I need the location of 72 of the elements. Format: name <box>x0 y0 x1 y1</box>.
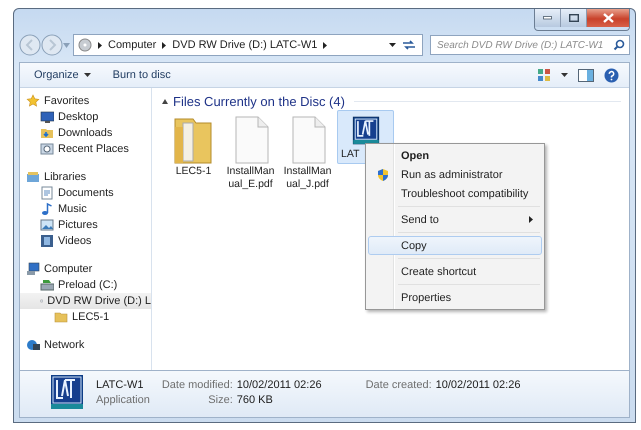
file-name: LATC-W1 <box>96 378 144 390</box>
file-type: Application <box>96 394 150 406</box>
chevron-icon <box>162 42 166 48</box>
preview-pane-icon[interactable] <box>578 68 594 82</box>
navigation-item[interactable]: Computer <box>20 261 151 277</box>
document-icon <box>40 186 54 200</box>
menu-item[interactable]: Troubleshoot compatibility <box>368 184 542 203</box>
navigation-item[interactable]: Libraries <box>20 169 151 185</box>
field-value: 10/02/2011 02:26 <box>236 378 323 390</box>
refresh-icon[interactable] <box>402 39 416 51</box>
menu-item[interactable]: Send to <box>368 210 542 229</box>
close-button[interactable] <box>587 9 629 27</box>
collapse-caret-icon[interactable] <box>162 98 168 104</box>
file-item[interactable]: InstallManual_E.pdf <box>223 110 278 194</box>
computer-icon <box>26 262 40 276</box>
dropdown-caret-icon[interactable] <box>389 43 396 47</box>
navigation-item[interactable]: Preload (C:) <box>20 277 151 293</box>
folder-clock-icon <box>40 142 54 156</box>
picture-icon <box>40 218 54 232</box>
menu-item[interactable]: Create shortcut <box>368 262 542 281</box>
music-note-icon <box>40 202 54 216</box>
toolbar-button[interactable]: Burn to disc <box>106 67 177 83</box>
caret-icon[interactable] <box>561 73 568 77</box>
menu-item[interactable]: Run as administrator <box>368 165 542 184</box>
menu-item[interactable]: Properties <box>368 288 542 307</box>
field-label: Size: <box>207 394 233 406</box>
breadcrumb[interactable]: DVD RW Drive (D:) LATC-W1 <box>172 39 318 51</box>
library-icon <box>26 170 40 184</box>
navigation-item[interactable]: Music <box>20 201 151 217</box>
navigation-item[interactable]: Network <box>20 337 151 353</box>
search-field[interactable]: Search DVD RW Drive (D:) LATC-W1 <box>430 35 630 55</box>
close-icon <box>602 13 614 23</box>
file-item[interactable]: LEC5-1 <box>166 110 221 194</box>
menu-item[interactable]: Copy <box>368 236 542 255</box>
help-icon[interactable] <box>604 68 619 82</box>
shield-icon <box>377 168 389 182</box>
application-logo-icon <box>50 374 84 410</box>
network-icon <box>26 338 40 352</box>
field-label: Date modified: <box>162 378 233 390</box>
address-bar[interactable]: Computer DVD RW Drive (D:) LATC-W1 <box>73 34 423 56</box>
field-value: 10/02/2011 02:26 <box>436 378 522 390</box>
maximize-icon <box>568 14 578 22</box>
drive-icon <box>40 278 54 292</box>
navigation-item[interactable]: Favorites <box>20 93 151 109</box>
minimize-button[interactable] <box>535 9 561 27</box>
film-icon <box>40 234 54 248</box>
navigation-item[interactable]: Recent Places <box>20 141 151 157</box>
navigation-item[interactable]: DVD RW Drive (D:) L <box>20 293 151 309</box>
navigation-item[interactable]: LEC5-1 <box>20 309 151 325</box>
group-header: Files Currently on the Disc (4) <box>173 94 345 108</box>
star-icon <box>26 94 40 108</box>
file-item[interactable]: InstallManual_J.pdf <box>280 110 335 194</box>
navigation-item[interactable]: Pictures <box>20 217 151 233</box>
chevron-icon <box>98 42 102 48</box>
navigation-item[interactable]: Desktop <box>20 109 151 125</box>
field-value: 760 KB <box>236 394 274 406</box>
folder-arrow-icon <box>40 126 54 140</box>
navigation-item[interactable]: Downloads <box>20 125 151 141</box>
search-icon <box>613 39 625 51</box>
disc-icon <box>78 38 92 52</box>
view-options-icon[interactable] <box>537 68 551 82</box>
navigation-item[interactable]: Documents <box>20 185 151 201</box>
monitor-icon <box>40 110 54 124</box>
caret-icon <box>84 73 91 77</box>
chevron-icon <box>323 42 328 48</box>
toolbar-button[interactable]: Organize <box>28 67 97 83</box>
submenu-arrow-icon <box>529 216 533 223</box>
field-label: Date created: <box>366 378 432 390</box>
minimize-icon <box>543 16 552 20</box>
breadcrumb[interactable]: Computer <box>108 39 156 51</box>
maximize-button[interactable] <box>561 9 587 27</box>
navigation-item[interactable]: Videos <box>20 233 151 249</box>
